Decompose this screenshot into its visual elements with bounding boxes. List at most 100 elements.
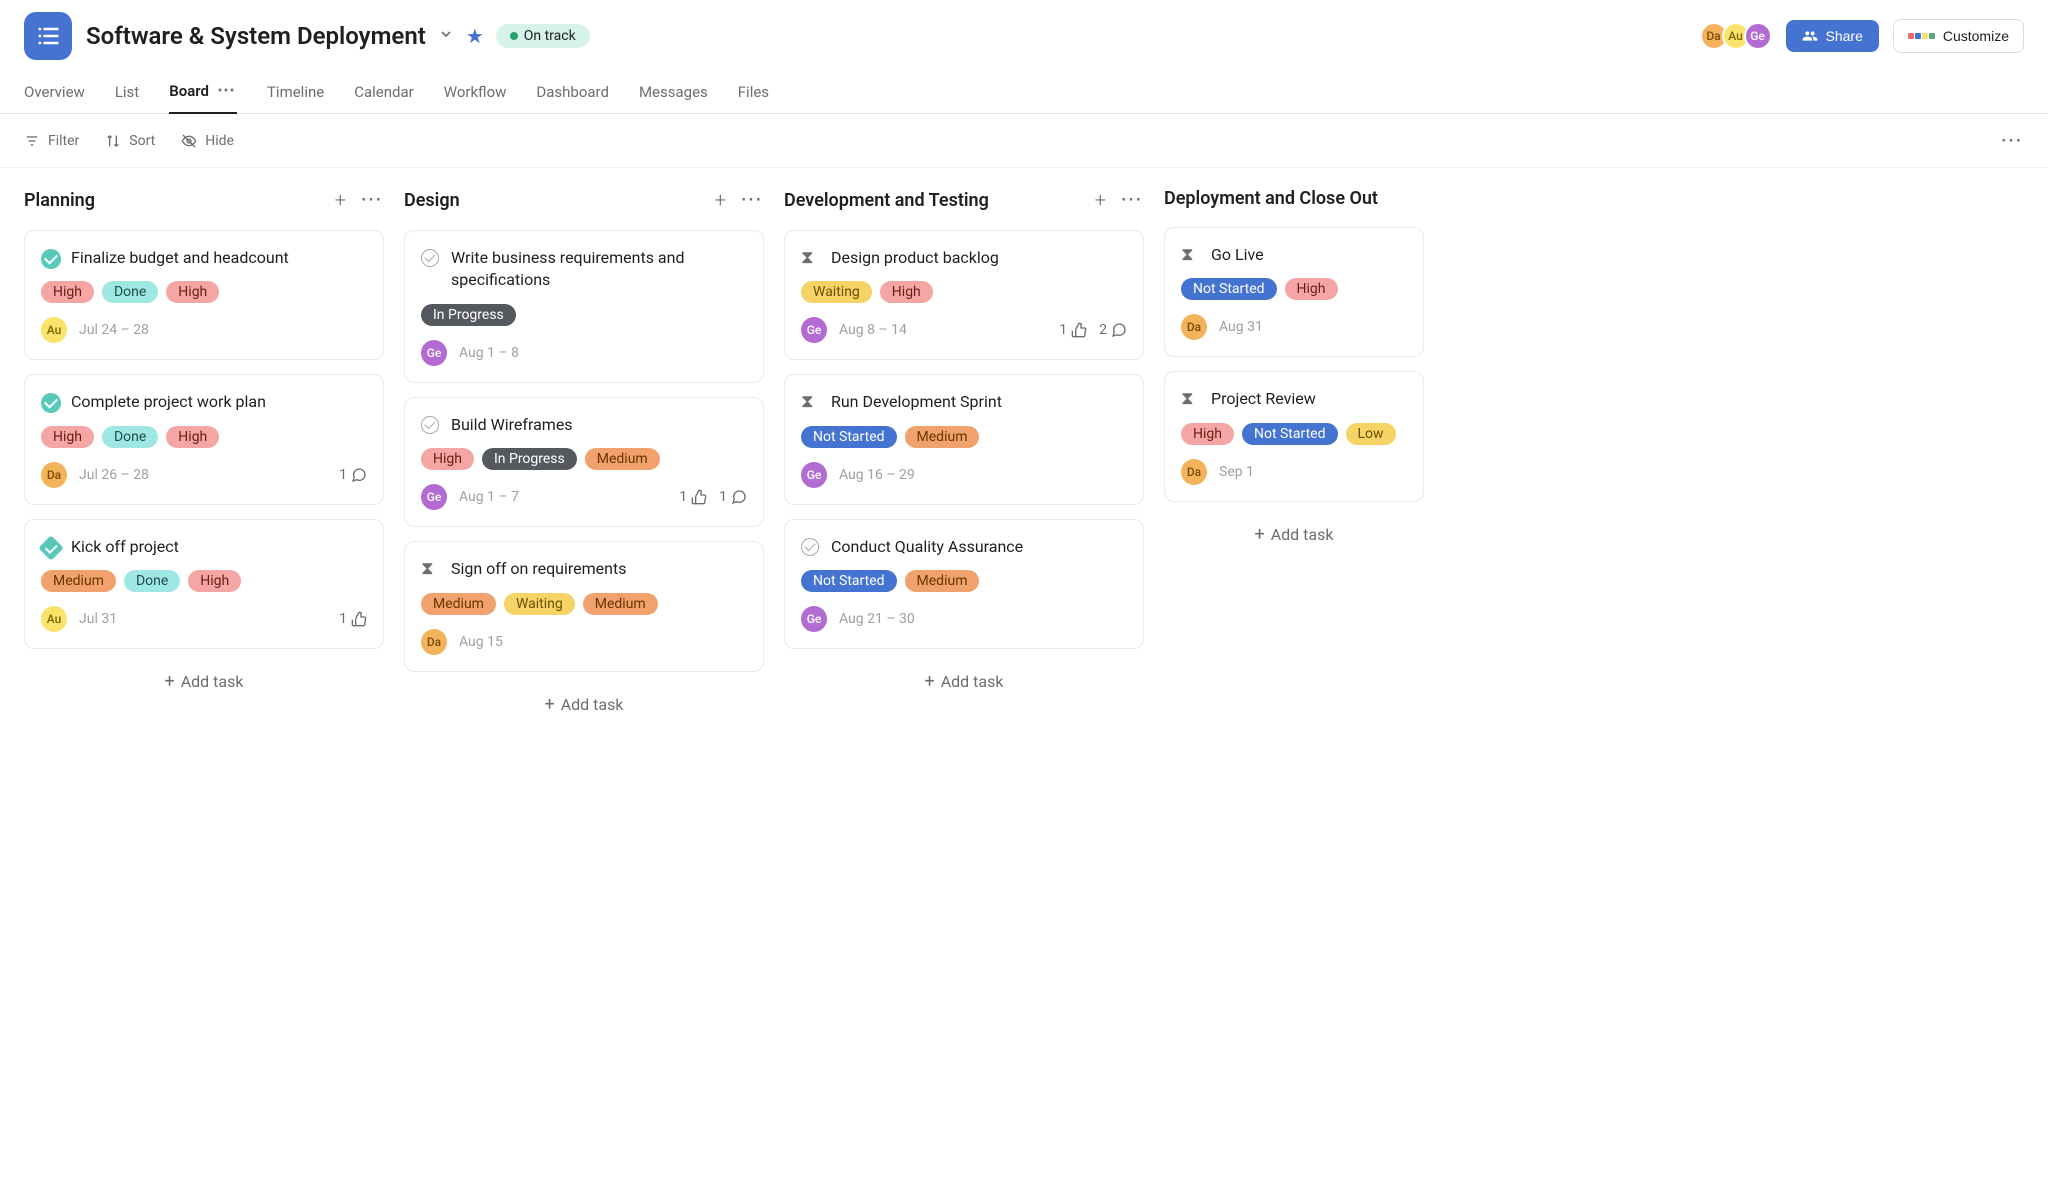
task-tag[interactable]: Done [102, 281, 158, 303]
pending-hourglass-icon[interactable]: ⧗ [801, 393, 821, 413]
add-task-button[interactable]: +Add task [784, 663, 1144, 700]
assignee-avatar[interactable]: Ge [421, 484, 447, 510]
assignee-avatar[interactable]: Da [41, 462, 67, 488]
task-tag[interactable]: High [1181, 423, 1234, 445]
tab-board[interactable]: Board⋯ [169, 70, 237, 114]
task-date: Jul 24 – 28 [79, 322, 149, 338]
assignee-avatar[interactable]: Au [41, 317, 67, 343]
assignee-avatar[interactable]: Au [41, 606, 67, 632]
task-tag[interactable]: High [188, 570, 241, 592]
task-tag[interactable]: Done [102, 426, 158, 448]
tab-list[interactable]: List [115, 71, 139, 113]
add-task-button[interactable]: +Add task [24, 663, 384, 700]
tab-workflow[interactable]: Workflow [444, 71, 507, 113]
task-complete-icon[interactable] [41, 393, 61, 413]
hide-button[interactable]: Hide [181, 133, 234, 149]
column-title[interactable]: Planning [24, 190, 95, 211]
task-tag[interactable]: High [41, 281, 94, 303]
task-tag[interactable]: Not Started [801, 426, 897, 448]
assignee-avatar[interactable]: Ge [801, 317, 827, 343]
task-tag[interactable]: Medium [41, 570, 116, 592]
column-add-icon[interactable]: + [335, 188, 346, 212]
assignee-avatar[interactable]: Da [1181, 459, 1207, 485]
tab-label: Workflow [444, 83, 507, 101]
task-card[interactable]: ⧗Go LiveNot StartedHighDaAug 31 [1164, 227, 1424, 357]
task-card[interactable]: ⧗Project ReviewHighNot StartedLowDaSep 1 [1164, 371, 1424, 501]
customize-button[interactable]: Customize [1893, 19, 2024, 53]
add-task-button[interactable]: +Add task [1164, 516, 1424, 553]
member-avatar[interactable]: Ge [1744, 22, 1772, 50]
tab-calendar[interactable]: Calendar [354, 71, 414, 113]
task-incomplete-icon[interactable] [801, 538, 821, 558]
assignee-avatar[interactable]: Ge [801, 462, 827, 488]
task-card[interactable]: Complete project work planHighDoneHighDa… [24, 374, 384, 504]
column-add-icon[interactable]: + [1095, 188, 1106, 212]
task-card[interactable]: Build WireframesHighIn ProgressMediumGeA… [404, 397, 764, 527]
add-task-button[interactable]: +Add task [404, 686, 764, 723]
assignee-avatar[interactable]: Da [1181, 314, 1207, 340]
tab-dashboard[interactable]: Dashboard [536, 71, 609, 113]
column-title[interactable]: Development and Testing [784, 190, 989, 211]
task-tag[interactable]: Medium [583, 593, 658, 615]
task-tag[interactable]: High [880, 281, 933, 303]
tab-timeline[interactable]: Timeline [267, 71, 324, 113]
task-tag[interactable]: Not Started [1242, 423, 1338, 445]
assignee-avatar[interactable]: Da [421, 629, 447, 655]
pending-hourglass-icon[interactable]: ⧗ [1181, 246, 1201, 266]
task-card[interactable]: Finalize budget and headcountHighDoneHig… [24, 230, 384, 360]
pending-hourglass-icon[interactable]: ⧗ [1181, 390, 1201, 410]
project-members[interactable]: DaAuGe [1700, 22, 1772, 50]
sort-button[interactable]: Sort [105, 133, 155, 149]
column-title[interactable]: Design [404, 190, 460, 211]
project-status-pill[interactable]: On track [496, 24, 590, 48]
share-button[interactable]: Share [1786, 20, 1879, 52]
task-tag[interactable]: In Progress [421, 304, 516, 326]
task-card[interactable]: ⧗Design product backlogWaitingHighGeAug … [784, 230, 1144, 360]
tab-messages[interactable]: Messages [639, 71, 708, 113]
filter-button[interactable]: Filter [24, 133, 79, 149]
likes-count[interactable]: 1 [1059, 322, 1087, 338]
column-add-icon[interactable]: + [715, 188, 726, 212]
comments-count[interactable]: 1 [339, 467, 367, 483]
assignee-avatar[interactable]: Ge [421, 340, 447, 366]
task-tag[interactable]: Low [1346, 423, 1396, 445]
toolbar-more-icon[interactable]: ⋯ [2000, 128, 2024, 153]
task-incomplete-icon[interactable] [421, 249, 441, 269]
pending-hourglass-icon[interactable]: ⧗ [801, 249, 821, 269]
project-menu-chevron-icon[interactable] [438, 26, 454, 46]
column-title[interactable]: Deployment and Close Out [1164, 188, 1378, 209]
task-tag[interactable]: High [421, 448, 474, 470]
task-tag[interactable]: In Progress [482, 448, 577, 470]
task-complete-icon[interactable] [41, 249, 61, 269]
task-tag[interactable]: Medium [585, 448, 660, 470]
task-tag[interactable]: Waiting [504, 593, 575, 615]
favorite-star-icon[interactable]: ★ [466, 24, 484, 48]
task-tag[interactable]: Not Started [801, 570, 897, 592]
tab-files[interactable]: Files [738, 71, 769, 113]
tab-overview[interactable]: Overview [24, 71, 85, 113]
task-tag[interactable]: Medium [905, 426, 980, 448]
task-tag[interactable]: High [41, 426, 94, 448]
comments-count[interactable]: 2 [1099, 322, 1127, 338]
task-tag[interactable]: High [166, 281, 219, 303]
task-tag[interactable]: Medium [905, 570, 980, 592]
task-card[interactable]: Kick off projectMediumDoneHighAuJul 311 [24, 519, 384, 649]
task-tag[interactable]: Not Started [1181, 278, 1277, 300]
likes-count[interactable]: 1 [339, 611, 367, 627]
assignee-avatar[interactable]: Ge [801, 606, 827, 632]
comments-count[interactable]: 1 [719, 489, 747, 505]
likes-count[interactable]: 1 [679, 489, 707, 505]
task-incomplete-icon[interactable] [421, 416, 441, 436]
pending-hourglass-icon[interactable]: ⧗ [421, 560, 441, 580]
task-card[interactable]: Write business requirements and specific… [404, 230, 764, 383]
task-card[interactable]: ⧗Sign off on requirementsMediumWaitingMe… [404, 541, 764, 671]
task-tag[interactable]: Done [124, 570, 180, 592]
task-tag[interactable]: High [1285, 278, 1338, 300]
milestone-complete-icon[interactable] [41, 538, 61, 558]
task-card[interactable]: ⧗Run Development SprintNot StartedMedium… [784, 374, 1144, 504]
task-tag[interactable]: Waiting [801, 281, 872, 303]
project-icon[interactable] [24, 12, 72, 60]
task-tag[interactable]: High [166, 426, 219, 448]
task-tag[interactable]: Medium [421, 593, 496, 615]
task-card[interactable]: Conduct Quality AssuranceNot StartedMedi… [784, 519, 1144, 649]
